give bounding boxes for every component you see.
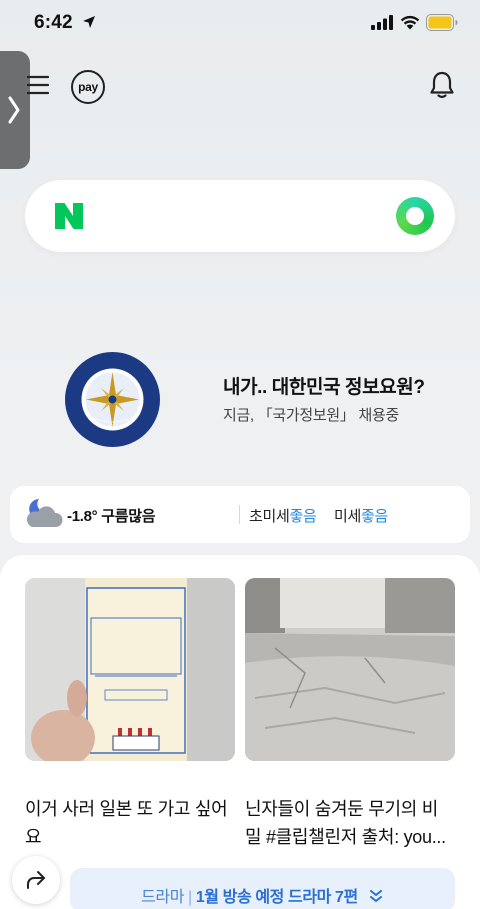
temperature-value: -1.8° <box>67 508 98 525</box>
wifi-icon <box>400 15 420 30</box>
feed-thumbnail-stone[interactable] <box>245 578 455 761</box>
weather-condition: 구름많음 <box>101 508 156 525</box>
share-arrow-icon <box>27 871 45 889</box>
side-drawer-tab[interactable] <box>0 51 30 169</box>
chevron-right-icon <box>8 96 20 124</box>
feed-caption-2-line-2: 밀 #클립챌린저 출처: you... <box>245 827 446 847</box>
feed-caption-1[interactable]: 이거 사러 일본 또 가고 싶어요 <box>25 795 235 851</box>
status-time: 6:42 <box>34 12 73 33</box>
fine-dust-label: 초미세 <box>249 508 290 525</box>
notification-bell-icon[interactable] <box>429 71 455 99</box>
divider <box>239 505 240 524</box>
share-button[interactable] <box>12 856 60 904</box>
drama-category: 드라마 <box>141 889 185 906</box>
green-dot-search-icon[interactable] <box>396 197 434 235</box>
dust-value: 좋음 <box>361 508 389 525</box>
pay-label: pay <box>78 80 98 94</box>
drama-banner[interactable]: 드라마 | 1월 방송 예정 드라마 7편 <box>70 868 455 909</box>
milk-tea-bottle-image <box>25 578 235 761</box>
temperature-text: -1.8° 구름많음 <box>67 505 156 526</box>
drama-banner-text: 드라마 | 1월 방송 예정 드라마 7편 <box>70 883 455 907</box>
stone-floor-image <box>245 578 455 761</box>
ad-title[interactable]: 내가.. 대한민국 정보요원? <box>223 372 425 399</box>
feed-caption-2-line-1: 닌자들이 숨겨둔 무기의 비 <box>245 799 438 819</box>
naver-logo-icon <box>55 203 83 229</box>
naver-pay-button[interactable]: pay <box>71 70 105 104</box>
dust-status: 미세좋음 <box>334 505 388 526</box>
drama-separator: | <box>188 889 192 906</box>
location-arrow-icon <box>83 16 95 28</box>
weather-card[interactable]: -1.8° 구름많음 초미세좋음 미세좋음 <box>10 486 470 543</box>
drama-title: 1월 방송 예정 드라마 7편 <box>195 889 358 906</box>
feed-thumbnail-milk-tea[interactable] <box>25 578 235 761</box>
feed-caption-2[interactable]: 닌자들이 숨겨둔 무기의 비 밀 #클립챌린저 출처: you... <box>245 795 455 851</box>
battery-icon <box>426 14 458 31</box>
dust-label: 미세 <box>334 508 362 525</box>
menu-icon[interactable] <box>26 74 50 96</box>
status-bar: 6:42 <box>0 0 480 48</box>
nis-emblem-graphic <box>66 353 159 446</box>
search-bar[interactable] <box>25 180 455 252</box>
nis-emblem-icon[interactable] <box>65 352 160 447</box>
cellular-signal-icon <box>371 15 393 30</box>
fine-dust-status: 초미세좋음 <box>249 505 317 526</box>
cloudy-night-icon <box>26 499 63 527</box>
double-chevron-down-icon <box>369 890 382 902</box>
ad-subtitle[interactable]: 지금, 「국가정보원」 채용중 <box>223 404 399 425</box>
fine-dust-value: 좋음 <box>289 508 317 525</box>
